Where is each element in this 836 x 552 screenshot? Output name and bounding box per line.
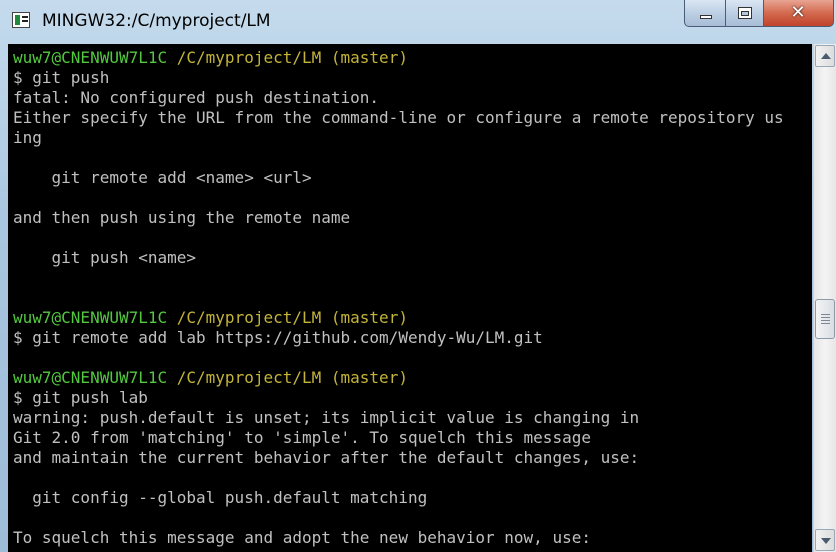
maximize-button[interactable] [726, 0, 764, 27]
scroll-down-arrow-icon [821, 538, 831, 544]
terminal-line: wuw7@CNENWUW7L1C /C/myproject/LM (master… [13, 308, 784, 328]
scroll-up-arrow-icon [821, 53, 831, 59]
terminal-app-icon[interactable] [12, 12, 30, 28]
prompt-path: /C/myproject/LM (master) [176, 368, 408, 387]
output-text: git push <name> [13, 248, 197, 267]
terminal-line: wuw7@CNENWUW7L1C /C/myproject/LM (master… [13, 368, 784, 388]
scroll-up-button[interactable] [815, 45, 835, 67]
output-text: $ git push [13, 68, 110, 87]
maximize-icon [738, 7, 752, 19]
terminal-line: fatal: No configured push destination. [13, 88, 784, 108]
close-button[interactable]: ✕ [764, 0, 834, 27]
prompt-path: /C/myproject/LM (master) [176, 48, 408, 67]
terminal-line: Git 2.0 from 'matching' to 'simple'. To … [13, 428, 784, 448]
output-text: Git 2.0 from 'matching' to 'simple'. To … [13, 428, 591, 447]
terminal-line: git push <name> [13, 248, 784, 268]
prompt-user-host: wuw7@CNENWUW7L1C [13, 368, 177, 387]
output-text: git config --global push.default matchin… [13, 488, 428, 507]
terminal-line: warning: push.default is unset; its impl… [13, 408, 784, 428]
terminal-line: $ git push [13, 68, 784, 88]
terminal-window: MINGW32:/C/myproject/LM ✕ wuw7@CNENWUW7L… [0, 0, 836, 552]
output-text: git remote add <name> <url> [13, 168, 312, 187]
terminal-line: and then push using the remote name [13, 208, 784, 228]
output-text: and maintain the current behavior after … [13, 448, 640, 467]
close-icon: ✕ [790, 2, 806, 23]
terminal-line: ing [13, 128, 784, 148]
output-text: To squelch this message and adopt the ne… [13, 528, 591, 547]
window-title: MINGW32:/C/myproject/LM [42, 11, 271, 31]
output-text: fatal: No configured push destination. [13, 88, 380, 107]
terminal-line: $ git push lab [13, 388, 784, 408]
prompt-path: /C/myproject/LM (master) [176, 308, 408, 327]
minimize-button[interactable] [684, 0, 726, 27]
terminal-line: To squelch this message and adopt the ne… [13, 528, 784, 548]
prompt-user-host: wuw7@CNENWUW7L1C [13, 48, 177, 67]
terminal-line: and maintain the current behavior after … [13, 448, 784, 468]
output-text: $ git remote add lab https://github.com/… [13, 328, 543, 347]
terminal-text: wuw7@CNENWUW7L1C /C/myproject/LM (master… [13, 48, 784, 548]
minimize-icon [700, 15, 712, 19]
terminal-line: $ git remote add lab https://github.com/… [13, 328, 784, 348]
output-text: Either specify the URL from the command-… [13, 108, 784, 127]
terminal-line: git config --global push.default matchin… [13, 488, 784, 508]
output-text: ing [13, 128, 42, 147]
terminal-line: Either specify the URL from the command-… [13, 108, 784, 128]
output-text: $ git push lab [13, 388, 148, 407]
terminal-output-area[interactable]: wuw7@CNENWUW7L1C /C/myproject/LM (master… [8, 44, 812, 552]
scroll-down-button[interactable] [815, 529, 835, 551]
title-bar[interactable]: MINGW32:/C/myproject/LM ✕ [0, 0, 836, 44]
output-text: and then push using the remote name [13, 208, 351, 227]
vertical-scrollbar[interactable] [813, 44, 836, 552]
prompt-user-host: wuw7@CNENWUW7L1C [13, 308, 177, 327]
output-text: warning: push.default is unset; its impl… [13, 408, 640, 427]
terminal-line: wuw7@CNENWUW7L1C /C/myproject/LM (master… [13, 48, 784, 68]
terminal-line: git remote add <name> <url> [13, 168, 784, 188]
scrollbar-thumb[interactable] [815, 299, 835, 339]
